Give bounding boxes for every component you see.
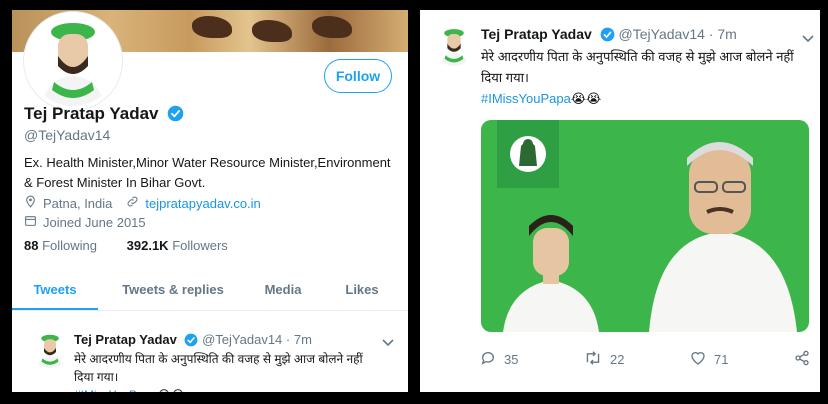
tweet-dot: · <box>285 332 291 347</box>
followers-count: 392.1K <box>126 238 169 253</box>
tweet-text-line: दिया गया। <box>74 370 119 384</box>
tweet-emoji: 😭😭 <box>570 91 602 106</box>
tab-likes[interactable]: Likes <box>332 282 392 297</box>
profile-name: Tej Pratap Yadav <box>24 104 184 127</box>
chevron-down-icon[interactable] <box>802 32 814 46</box>
profile-panel: Follow Tej Pratap Yadav @TejYadav14 Ex. … <box>12 10 408 392</box>
tweet-text: मेरे आदरणीय पिता के अनुपस्थिति की वजह से… <box>481 46 811 109</box>
tab-tweets[interactable]: Tweets <box>12 282 98 297</box>
retweet-count: 22 <box>610 352 625 367</box>
banner-art <box>312 16 352 38</box>
following-count: 88 <box>24 238 39 253</box>
retweet-action[interactable]: 22 <box>584 350 624 369</box>
follow-button[interactable]: Follow <box>324 59 392 93</box>
profile-meta-row: Patna, India tejpratapyadav.co.in <box>24 195 261 211</box>
share-action[interactable] <box>794 350 810 369</box>
tweet-image[interactable] <box>481 120 809 332</box>
tweet-author-handle: @TejYadav14 <box>202 332 283 347</box>
tweet-hashtag[interactable]: #IMissYouPapa <box>74 388 157 392</box>
tweet-text-line: दिया गया। <box>481 70 529 85</box>
link-icon <box>126 195 139 211</box>
profile-name-text: Tej Pratap Yadav <box>24 104 159 123</box>
tweet-text-line: मेरे आदरणीय पिता के अनुपस्थिति की वजह से… <box>74 352 363 366</box>
banner-art <box>252 20 292 42</box>
tweet-image-illustration <box>503 142 797 332</box>
tweet-emoji: 😭😭 <box>157 388 185 392</box>
calendar-icon <box>24 214 37 230</box>
reply-action[interactable]: 35 <box>480 350 518 369</box>
tweet-text-line: मेरे आदरणीय पिता के अनुपस्थिति की वजह से… <box>481 49 794 64</box>
location-icon <box>24 195 37 211</box>
tweet-hashtag[interactable]: #IMissYouPapa <box>481 91 571 106</box>
tweet-author-name[interactable]: Tej Pratap Yadav <box>481 26 592 42</box>
like-count: 71 <box>714 352 729 367</box>
followers-stat[interactable]: 392.1K Followers <box>127 238 228 253</box>
profile-handle: @TejYadav14 <box>24 127 111 143</box>
profile-location: Patna, India <box>43 195 113 211</box>
tweet-avatar[interactable] <box>434 26 474 66</box>
retweet-icon <box>584 350 602 369</box>
verified-icon <box>600 27 615 45</box>
tweet-author-handle: @TejYadav14 <box>618 26 705 42</box>
verified-icon <box>167 105 184 127</box>
reply-icon <box>480 350 496 369</box>
tweet-time: 7m <box>293 332 312 347</box>
tweet-text: मेरे आदरणीय पिता के अनुपस्थिति की वजह से… <box>74 350 400 392</box>
tweet-header: Tej Pratap Yadav @TejYadav14 · 7m <box>74 332 312 350</box>
following-label: Following <box>42 238 98 253</box>
tweet-header: Tej Pratap Yadav @TejYadav14 · 7m <box>481 26 737 45</box>
active-tab-indicator <box>12 308 98 310</box>
profile-tabs: Tweets Tweets & replies Media Likes <box>12 274 408 311</box>
follow-counts: 88 Following 392.1K Followers <box>24 238 228 253</box>
tweet-avatar[interactable] <box>32 332 68 368</box>
share-icon <box>794 350 810 369</box>
profile-avatar[interactable] <box>24 12 122 110</box>
tweet-time: 7m <box>717 26 737 42</box>
chevron-down-icon[interactable] <box>382 336 394 350</box>
profile-website-link[interactable]: tejpratapyadav.co.in <box>145 196 260 211</box>
followers-label: Followers <box>172 238 228 253</box>
following-stat[interactable]: 88 Following <box>24 238 97 253</box>
tweet-preview[interactable]: Tej Pratap Yadav @TejYadav14 · 7m मेरे आ… <box>12 312 408 392</box>
heart-icon <box>690 350 706 369</box>
profile-joined-row: Joined June 2015 <box>24 214 146 230</box>
tab-media[interactable]: Media <box>248 282 318 297</box>
banner-art <box>192 16 232 38</box>
reply-count: 35 <box>504 352 519 367</box>
tweet-dot: · <box>708 26 714 42</box>
like-action[interactable]: 71 <box>690 350 728 369</box>
tab-tweets-replies[interactable]: Tweets & replies <box>108 282 238 297</box>
tweet-detail-panel: Tej Pratap Yadav @TejYadav14 · 7m मेरे आ… <box>420 10 820 392</box>
profile-joined: Joined June 2015 <box>43 214 146 230</box>
tweet-author-name[interactable]: Tej Pratap Yadav <box>74 332 177 347</box>
verified-icon <box>184 333 198 350</box>
profile-bio: Ex. Health Minister,Minor Water Resource… <box>24 155 391 190</box>
